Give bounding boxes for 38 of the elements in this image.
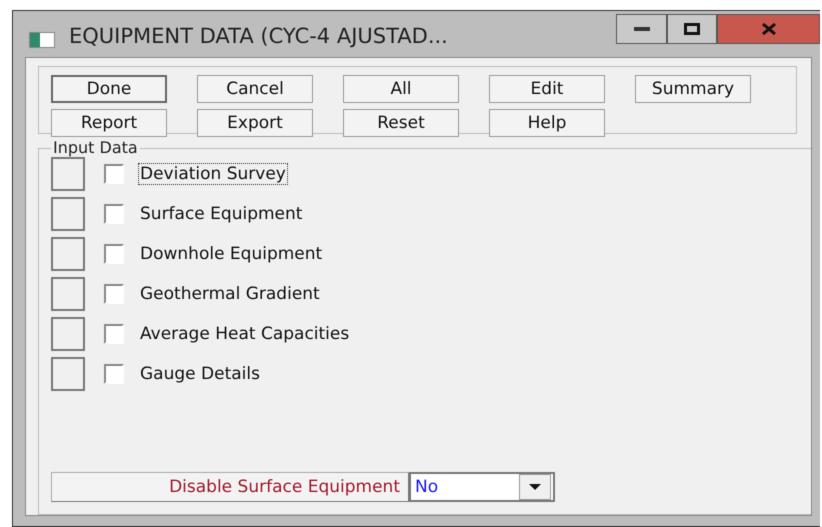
checkbox-label[interactable]: Average Heat Capacities (138, 323, 352, 345)
dialog-button[interactable]: Edit (489, 75, 605, 103)
status-box (51, 197, 85, 231)
checkbox-label[interactable]: Surface Equipment (138, 203, 304, 225)
dialog-button[interactable]: Cancel (197, 75, 313, 103)
status-box (51, 317, 85, 351)
dialog-button[interactable]: Reset (343, 109, 459, 137)
disable-surface-equipment-label: Disable Surface Equipment (51, 472, 409, 502)
close-icon (760, 22, 776, 36)
dialog-button[interactable]: All (343, 75, 459, 103)
checkbox[interactable] (104, 364, 124, 384)
dialog-button[interactable]: Export (197, 109, 313, 137)
checkbox-label[interactable]: Geothermal Gradient (138, 283, 322, 305)
checkbox-label[interactable]: Downhole Equipment (138, 243, 324, 265)
dialog-button[interactable]: Report (51, 109, 167, 137)
maximize-icon (684, 23, 700, 35)
close-button[interactable] (717, 14, 820, 44)
checkbox[interactable] (104, 324, 124, 344)
checkbox[interactable] (104, 284, 124, 304)
window-title: EQUIPMENT DATA (CYC-4 AJUSTAD... (69, 24, 449, 48)
status-box (51, 357, 85, 391)
status-box (51, 277, 85, 311)
disable-dropdown[interactable]: No (409, 472, 555, 502)
status-box (51, 157, 85, 191)
dialog-button[interactable]: Help (489, 109, 605, 137)
window-icon (29, 32, 55, 48)
checkbox-label[interactable]: Gauge Details (138, 363, 262, 385)
status-box (51, 237, 85, 271)
checkbox[interactable] (104, 164, 124, 184)
group-title: Input Data (52, 142, 139, 154)
checkbox[interactable] (104, 204, 124, 224)
minimize-button[interactable] (616, 14, 667, 44)
maximize-button[interactable] (667, 14, 717, 44)
dialog-button[interactable]: Done (51, 75, 167, 103)
dialog-button[interactable]: Summary (635, 75, 751, 103)
checkbox-label[interactable]: Deviation Survey (138, 163, 288, 185)
checkbox[interactable] (104, 244, 124, 264)
minimize-icon (634, 27, 650, 31)
